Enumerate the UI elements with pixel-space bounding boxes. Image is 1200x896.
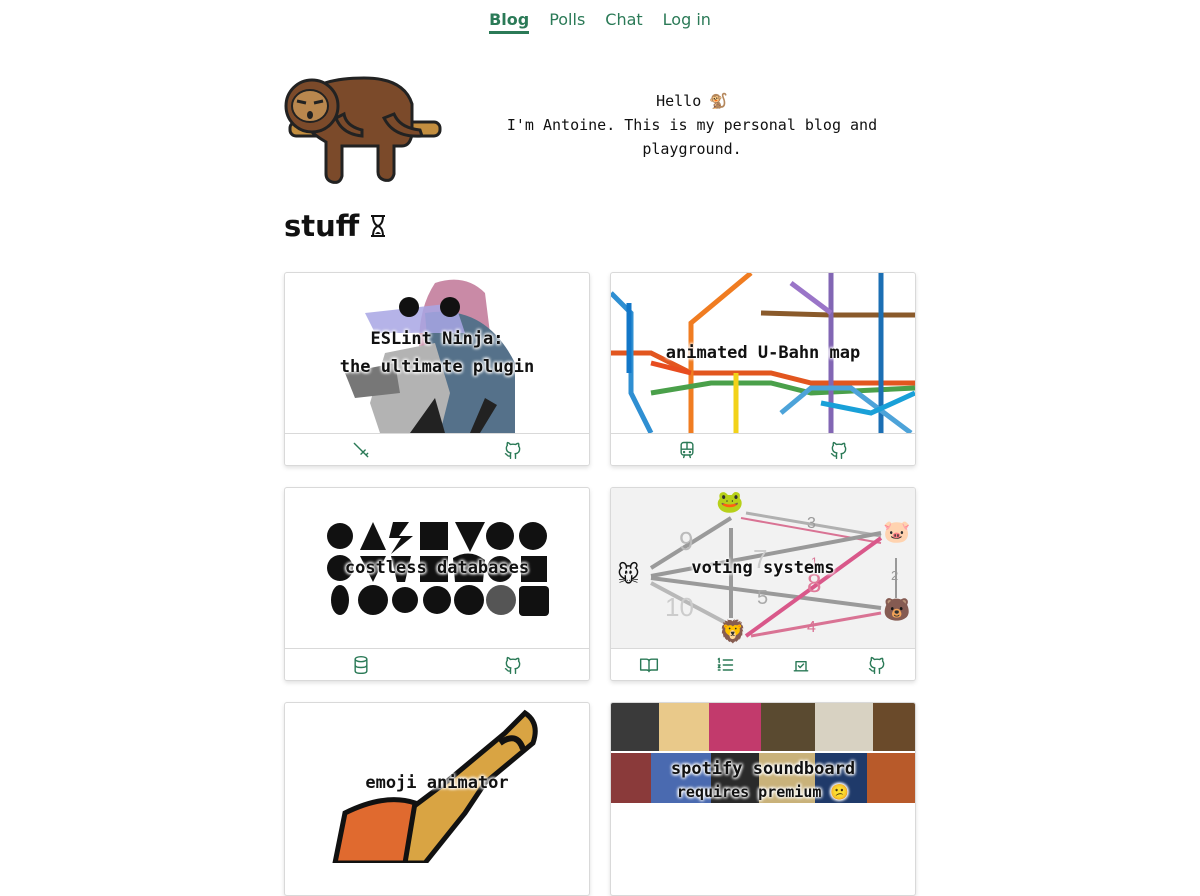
intro-text: Hello 🐒 I'm Antoine. This is my personal … bbox=[484, 89, 900, 161]
book-icon[interactable] bbox=[638, 654, 660, 676]
card-eslint-ninja[interactable]: ESLint Ninja: the ultimate plugin bbox=[284, 272, 590, 466]
card-title-line1: spotify soundboard bbox=[670, 759, 856, 779]
pig-node-icon: 🐷 bbox=[883, 520, 911, 545]
hourglass-icon bbox=[371, 215, 386, 237]
top-nav: Blog Polls Chat Log in bbox=[0, 10, 1200, 34]
lion-node-icon: 🦁 bbox=[719, 620, 747, 645]
card-voting-systems[interactable]: 9 3 7 1 8 2 5 10 4 🐸 🐭 🐷 🐻 🦁 voting syst… bbox=[610, 487, 916, 681]
vote-label-4: 4 bbox=[807, 619, 816, 636]
intro-line: I'm Antoine. This is my personal blog an… bbox=[506, 116, 878, 158]
nav-chat[interactable]: Chat bbox=[605, 10, 642, 34]
card-title-line1: ESLint Ninja: bbox=[370, 329, 504, 349]
sword-icon[interactable] bbox=[350, 439, 372, 461]
nav-login[interactable]: Log in bbox=[663, 10, 711, 34]
card-footer bbox=[611, 433, 915, 465]
vote-label-5: 5 bbox=[757, 587, 768, 609]
card-footer bbox=[611, 648, 915, 680]
github-icon[interactable] bbox=[502, 654, 524, 676]
card-footer bbox=[285, 648, 589, 680]
card-title-line2: the ultimate plugin bbox=[339, 357, 535, 377]
vote-label-9: 9 bbox=[679, 526, 693, 556]
frog-node-icon: 🐸 bbox=[716, 490, 744, 515]
monkey-emoji: 🐒 bbox=[709, 92, 728, 110]
database-icon[interactable] bbox=[350, 654, 372, 676]
train-icon[interactable] bbox=[676, 439, 698, 461]
card-footer bbox=[285, 433, 589, 465]
github-icon[interactable] bbox=[502, 439, 524, 461]
card-title-line1: voting systems bbox=[691, 558, 835, 578]
card-costless-databases[interactable]: costless databases bbox=[284, 487, 590, 681]
card-ubahn-map[interactable]: animated U-Bahn map bbox=[610, 272, 916, 466]
github-icon[interactable] bbox=[866, 654, 888, 676]
sloth-mascot-image bbox=[284, 76, 442, 184]
card-emoji-animator[interactable]: emoji animator bbox=[284, 702, 590, 896]
hero: Hello 🐒 I'm Antoine. This is my personal … bbox=[284, 72, 916, 187]
card-title-line1: costless databases bbox=[344, 558, 530, 578]
github-icon[interactable] bbox=[828, 439, 850, 461]
card-spotify-soundboard[interactable]: spotify soundboard requires premium 😕 bbox=[610, 702, 916, 896]
nav-blog[interactable]: Blog bbox=[489, 10, 530, 34]
ballot-icon[interactable] bbox=[790, 654, 812, 676]
card-title-line1: animated U-Bahn map bbox=[665, 343, 861, 363]
section-title: stuff bbox=[284, 209, 387, 243]
nav-polls[interactable]: Polls bbox=[549, 10, 585, 34]
vote-label-3: 3 bbox=[807, 515, 816, 532]
card-title-line1: emoji animator bbox=[365, 773, 509, 793]
section-title-text: stuff bbox=[284, 209, 360, 243]
greeting: Hello bbox=[656, 92, 702, 110]
bear-node-icon: 🐻 bbox=[883, 598, 911, 623]
confused-emoji: 😕 bbox=[830, 783, 850, 801]
card-title-line2: requires premium bbox=[676, 783, 822, 801]
vote-label-10: 10 bbox=[665, 592, 694, 622]
list-icon[interactable] bbox=[714, 654, 736, 676]
